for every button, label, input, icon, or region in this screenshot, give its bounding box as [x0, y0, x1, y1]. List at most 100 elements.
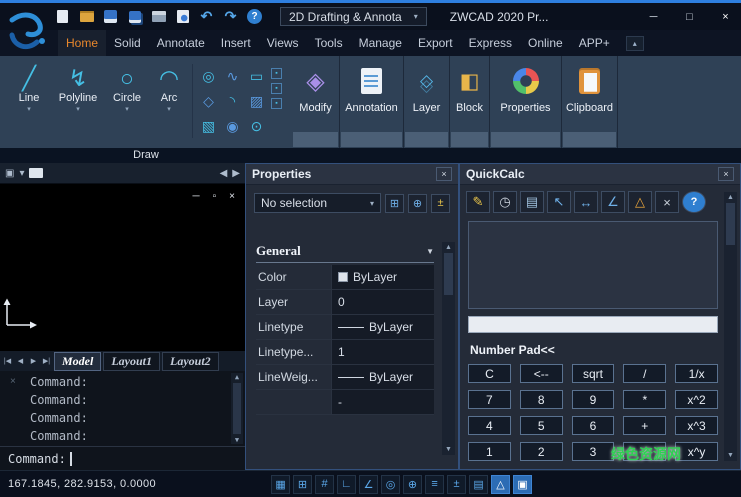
arc-button[interactable]: ◠ Arc ▾ — [150, 60, 188, 113]
ribbon-collapse-icon[interactable]: ▴ — [626, 36, 644, 51]
property-value[interactable]: - — [332, 390, 434, 414]
clear-icon[interactable]: × — [655, 191, 679, 213]
calc-key[interactable]: x^y — [675, 442, 718, 461]
tab-layout2[interactable]: Layout2 — [162, 352, 219, 371]
tab-home[interactable]: Home — [58, 30, 106, 56]
calc-key[interactable]: 2 — [520, 442, 563, 461]
annotation-button[interactable]: Annotation — [340, 56, 403, 132]
calc-key[interactable]: 6 — [572, 416, 615, 435]
undo-icon[interactable]: ↶ — [198, 8, 215, 25]
polyline-button[interactable]: ↯ Polyline ▾ — [52, 60, 104, 113]
save-icon[interactable] — [102, 8, 119, 25]
close-button[interactable]: × — [712, 8, 739, 26]
quick-select-icon[interactable]: ⊞ — [385, 194, 404, 213]
calc-key[interactable]: + — [623, 416, 666, 435]
calc-key[interactable]: 1 — [468, 442, 511, 461]
grid-icon[interactable]: ⊞ — [293, 475, 312, 494]
select-objects-icon[interactable]: ⊕ — [408, 194, 427, 213]
model-space-icon[interactable]: ▦ — [271, 475, 290, 494]
last-tab-icon[interactable]: ▶| — [41, 357, 52, 365]
rectangle-icon[interactable]: ▭ — [245, 64, 268, 88]
tab-insert[interactable]: Insert — [213, 30, 259, 56]
line-button[interactable]: ╱ Line ▾ — [6, 60, 52, 113]
scroll-up-icon[interactable]: ▲ — [727, 194, 734, 201]
calc-key[interactable]: / — [623, 364, 666, 383]
calc-key[interactable]: x^2 — [675, 390, 718, 409]
command-scrollbar[interactable]: ▲ ▼ — [231, 373, 243, 444]
command-history[interactable]: × Command: Command: Command: Command: ▲ … — [0, 371, 245, 446]
mini-tool-icon[interactable]: ▪ — [271, 68, 282, 79]
calc-key[interactable]: 9 — [572, 390, 615, 409]
mini-tool-icon[interactable]: ▪ — [271, 98, 282, 109]
help-icon[interactable]: ? — [682, 191, 706, 213]
number-pad-toggle[interactable]: Number Pad<< — [470, 343, 740, 357]
circle-button[interactable]: ○ Circle ▾ — [104, 60, 150, 113]
scroll-left-icon[interactable]: ◀ — [220, 168, 228, 179]
get-coordinates-icon[interactable]: ↖ — [547, 191, 571, 213]
redo-icon[interactable]: ↷ — [222, 8, 239, 25]
property-value[interactable]: ByLayer — [332, 265, 434, 289]
toggle-pickadd-icon[interactable]: ± — [431, 194, 450, 213]
properties-scrollbar[interactable]: ▲ ▼ — [442, 242, 455, 455]
fullscreen-icon[interactable]: ▣ — [513, 475, 532, 494]
donut-icon[interactable]: ◉ — [221, 114, 244, 138]
close-icon[interactable]: × — [718, 167, 734, 181]
workspace-dropdown[interactable]: 2D Drafting & Annota ▾ — [280, 7, 427, 26]
open-file-icon[interactable] — [78, 8, 95, 25]
tab-views[interactable]: Views — [259, 30, 307, 56]
quickcalc-scrollbar[interactable]: ▲ ▼ — [724, 192, 737, 461]
calc-key[interactable]: <-- — [520, 364, 563, 383]
property-value[interactable]: ByLayer — [332, 315, 434, 339]
modify-button[interactable]: ◈ Modify — [292, 56, 339, 132]
first-tab-icon[interactable]: |◀ — [2, 357, 13, 365]
calc-key[interactable]: 4 — [468, 416, 511, 435]
spline-icon[interactable]: ∿ — [221, 64, 244, 88]
block-button[interactable]: ◧ Block — [450, 56, 489, 132]
plot-preview-icon[interactable] — [174, 8, 191, 25]
annotation-scale-icon[interactable]: △ — [491, 475, 510, 494]
scroll-down-icon[interactable]: ▼ — [727, 452, 734, 459]
print-icon[interactable] — [150, 8, 167, 25]
help-icon[interactable]: ? — [246, 8, 263, 25]
quick-properties-icon[interactable]: ▤ — [469, 475, 488, 494]
circle-radius-icon[interactable]: ◎ — [197, 64, 220, 88]
tab-online[interactable]: Online — [520, 30, 571, 56]
calc-key[interactable]: 1/x — [675, 364, 718, 383]
mini-tool-icon[interactable]: ▪ — [271, 83, 282, 94]
chevron-down-icon[interactable]: ▾ — [19, 168, 24, 179]
command-close-icon[interactable]: × — [10, 376, 16, 387]
dyn-input-icon[interactable]: ± — [447, 475, 466, 494]
mdi-close-icon[interactable]: × — [229, 191, 235, 202]
paste-icon[interactable]: ▤ — [520, 191, 544, 213]
calc-key[interactable]: 7 — [468, 390, 511, 409]
property-value[interactable]: 1 — [332, 340, 434, 364]
clipboard-button[interactable]: Clipboard — [562, 56, 617, 132]
get-distance-icon[interactable]: ↔ — [574, 191, 598, 213]
polygon-icon[interactable]: ◇ — [197, 89, 220, 113]
command-input[interactable]: Command: — [0, 446, 245, 470]
tab-annotate[interactable]: Annotate — [149, 30, 213, 56]
layout-grid-icon[interactable]: ▣ — [5, 168, 14, 179]
layer-button[interactable]: ◇ Layer — [404, 56, 449, 132]
osnap-icon[interactable]: ◎ — [381, 475, 400, 494]
tab-tools[interactable]: Tools — [307, 30, 351, 56]
edit-icon[interactable]: ✎ — [466, 191, 490, 213]
property-value[interactable]: 0 — [332, 290, 434, 314]
save-all-icon[interactable] — [126, 8, 143, 25]
calc-key[interactable]: x^3 — [675, 416, 718, 435]
calc-key[interactable]: 8 — [520, 390, 563, 409]
scroll-down-icon[interactable]: ▼ — [445, 446, 452, 453]
property-value[interactable]: ByLayer — [332, 365, 434, 389]
calc-key[interactable]: 5 — [520, 416, 563, 435]
maximize-button[interactable]: □ — [676, 8, 703, 26]
close-icon[interactable]: × — [436, 167, 452, 181]
tab-model[interactable]: Model — [54, 352, 101, 371]
scroll-up-icon[interactable]: ▲ — [235, 373, 239, 381]
tab-layout1[interactable]: Layout1 — [103, 352, 160, 371]
tab-app-plus[interactable]: APP+ — [571, 30, 618, 56]
next-tab-icon[interactable]: ▶ — [28, 357, 39, 365]
point-icon[interactable]: ⊙ — [245, 114, 268, 138]
tab-export[interactable]: Export — [410, 30, 461, 56]
minimize-button[interactable]: ─ — [640, 8, 667, 26]
prev-tab-icon[interactable]: ◀ — [15, 357, 26, 365]
